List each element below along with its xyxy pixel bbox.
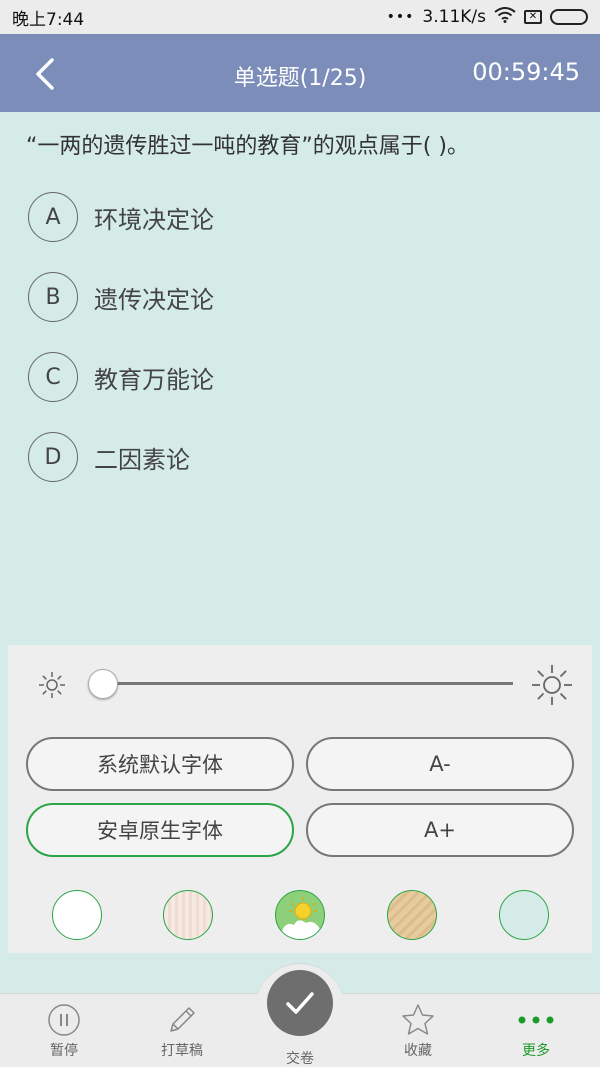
theme-swatch-mint[interactable]	[499, 890, 549, 940]
reading-settings-panel: 系统默认字体 A- 安卓原生字体 A+	[8, 645, 592, 953]
tab-label: 打草稿	[161, 1043, 203, 1059]
option-text: 教育万能论	[94, 365, 214, 394]
sun-cloud-icon	[282, 897, 320, 939]
submit-button[interactable]	[267, 970, 333, 1036]
brightness-slider-thumb[interactable]	[88, 669, 118, 699]
option-text: 二因素论	[94, 445, 190, 474]
star-icon	[400, 1004, 436, 1036]
status-icons: ••• 3.11K/s ✕	[386, 6, 588, 28]
countdown-timer: 00:59:45	[472, 58, 580, 86]
title-bar: 单选题(1/25) 00:59:45	[0, 34, 600, 112]
network-speed: 3.11K/s	[422, 7, 486, 27]
tab-pause[interactable]: 暂停	[14, 994, 114, 1067]
theme-swatch-white[interactable]	[52, 890, 102, 940]
status-bar: 晚上7:44 ••• 3.11K/s ✕	[0, 0, 600, 34]
font-size-decrease-button[interactable]: A-	[306, 737, 574, 791]
option-letter: A	[28, 192, 78, 242]
option-letter: C	[28, 352, 78, 402]
option-text: 环境决定论	[94, 205, 214, 234]
option-a[interactable]: A 环境决定论	[28, 192, 528, 242]
tab-draft[interactable]: 打草稿	[132, 994, 232, 1067]
wifi-icon	[494, 6, 516, 28]
brightness-low-icon	[38, 671, 66, 703]
pause-icon	[47, 1004, 81, 1036]
tab-label: 收藏	[404, 1043, 432, 1059]
question-text: “一两的遗传胜过一吨的教育”的观点属于( )。	[26, 134, 469, 159]
tab-favorite[interactable]: 收藏	[368, 994, 468, 1067]
option-letter: D	[28, 432, 78, 482]
status-time: 晚上7:44	[12, 9, 85, 30]
tab-label: 更多	[522, 1043, 550, 1059]
tab-label: 暂停	[50, 1043, 78, 1059]
check-icon	[286, 992, 314, 1014]
theme-swatch-sunny[interactable]	[275, 890, 325, 940]
system-font-button[interactable]: 系统默认字体	[26, 737, 294, 791]
theme-swatch-tan-wood[interactable]	[387, 890, 437, 940]
pencil-icon	[165, 1004, 199, 1036]
option-text: 遗传决定论	[94, 285, 214, 314]
android-font-button[interactable]: 安卓原生字体	[26, 803, 294, 857]
option-d[interactable]: D 二因素论	[28, 432, 528, 482]
battery-icon	[550, 9, 588, 25]
tab-more[interactable]: 更多	[486, 994, 586, 1067]
option-letter: B	[28, 272, 78, 322]
more-dots-icon	[516, 1004, 556, 1036]
sim-blocked-icon: ✕	[524, 10, 542, 24]
brightness-high-icon	[530, 663, 574, 711]
font-size-increase-button[interactable]: A+	[306, 803, 574, 857]
theme-swatch-pink-wood[interactable]	[163, 890, 213, 940]
brightness-slider-track[interactable]	[100, 682, 513, 685]
option-b[interactable]: B 遗传决定论	[28, 272, 528, 322]
option-c[interactable]: C 教育万能论	[28, 352, 528, 402]
more-status-indicator: •••	[386, 9, 415, 25]
